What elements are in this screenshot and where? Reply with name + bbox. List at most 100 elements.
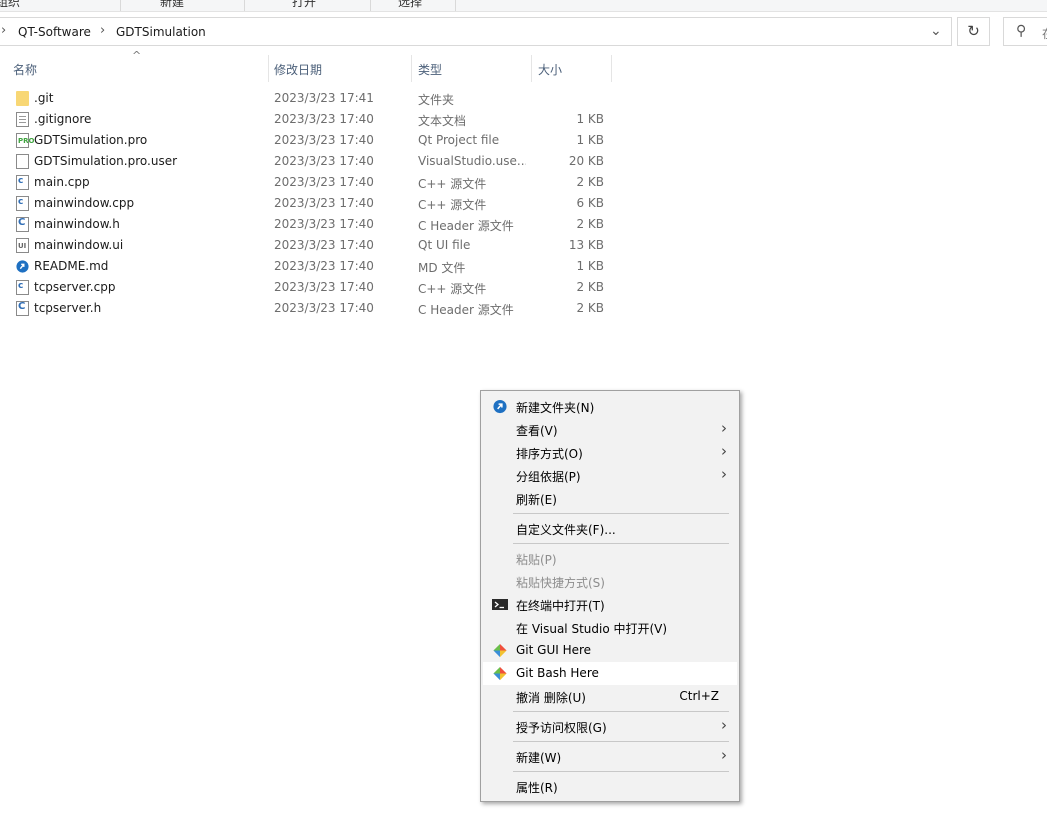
menu-item-label: 撤消 删除(U) — [516, 691, 586, 705]
menu-item-label: 分组依据(P) — [516, 470, 581, 484]
git-gui-icon — [493, 643, 507, 658]
refresh-icon[interactable]: ↻ — [957, 17, 990, 46]
column-divider[interactable] — [268, 55, 269, 82]
file-row[interactable]: c main.cpp 2023/3/23 17:40 C++ 源文件 2 KB — [0, 172, 620, 193]
file-type: 文本文档 — [418, 114, 467, 128]
file-date: 2023/3/23 17:40 — [274, 217, 374, 231]
ribbon-new-label[interactable]: 新建 — [160, 0, 184, 10]
new-folder-icon — [493, 399, 507, 414]
file-date: 2023/3/23 17:40 — [274, 196, 374, 210]
file-name: mainwindow.cpp — [34, 196, 135, 210]
ribbon-select-label[interactable]: 选择 — [398, 0, 422, 10]
file-date: 2023/3/23 17:40 — [274, 133, 374, 147]
menu-separator — [513, 741, 729, 742]
menu-item-git-gui-here[interactable]: Git GUI Here — [483, 639, 737, 662]
menu-item-undo-delete[interactable]: 撤消 删除(U) Ctrl+Z — [483, 685, 737, 708]
file-size: 20 KB — [568, 154, 604, 168]
file-date: 2023/3/23 17:40 — [274, 175, 374, 189]
menu-separator — [513, 711, 729, 712]
search-placeholder: 在 — [1042, 25, 1047, 42]
markdown-file-icon — [16, 260, 29, 273]
file-type: C Header 源文件 — [418, 219, 514, 233]
menu-item-give-access-to[interactable]: 授予访问权限(G) › — [483, 715, 737, 738]
file-date: 2023/3/23 17:40 — [274, 301, 374, 315]
menu-item-label: 新建(W) — [516, 751, 562, 765]
file-name: .gitignore — [34, 112, 92, 126]
file-size: 2 KB — [576, 175, 604, 189]
menu-item-view[interactable]: 查看(V) › — [483, 418, 737, 441]
file-row[interactable]: c tcpserver.cpp 2023/3/23 17:40 C++ 源文件 … — [0, 277, 620, 298]
ribbon-divider — [370, 0, 371, 11]
file-type: MD 文件 — [418, 261, 466, 275]
file-list: .git 2023/3/23 17:41 文件夹 .gitignore 2023… — [0, 88, 620, 319]
file-row[interactable]: UI mainwindow.ui 2023/3/23 17:40 Qt UI f… — [0, 235, 620, 256]
chevron-right-icon[interactable]: › — [100, 23, 105, 38]
menu-item-label: 授予访问权限(G) — [516, 721, 607, 735]
menu-item-label: 粘贴(P) — [516, 553, 557, 567]
column-divider[interactable] — [411, 55, 412, 82]
menu-item-paste: 粘贴(P) — [483, 547, 737, 570]
menu-item-open-in-terminal[interactable]: 在终端中打开(T) — [483, 593, 737, 616]
menu-item-label: Git Bash Here — [516, 666, 599, 680]
menu-item-label: 属性(R) — [516, 781, 558, 795]
file-name: tcpserver.cpp — [34, 280, 116, 294]
column-header-date[interactable]: 修改日期 — [274, 61, 322, 78]
folder-icon — [16, 91, 29, 106]
file-row[interactable]: c mainwindow.cpp 2023/3/23 17:40 C++ 源文件… — [0, 193, 620, 214]
chevron-right-icon[interactable]: › — [1, 23, 6, 38]
column-header-name[interactable]: 名称 — [13, 61, 37, 78]
menu-item-label: 自定义文件夹(F)... — [516, 523, 616, 537]
ribbon-divider — [455, 0, 456, 11]
menu-item-label: 在终端中打开(T) — [516, 599, 605, 613]
menu-item-label: 新建文件夹(N) — [516, 401, 595, 415]
menu-item-refresh[interactable]: 刷新(E) — [483, 487, 737, 510]
menu-item-label: Git GUI Here — [516, 643, 592, 657]
column-divider[interactable] — [531, 55, 532, 82]
breadcrumb-gdtsimulation[interactable]: GDTSimulation — [116, 25, 206, 39]
menu-item-git-bash-here[interactable]: Git Bash Here — [483, 662, 737, 685]
menu-item-properties[interactable]: 属性(R) — [483, 775, 737, 798]
cpp-file-icon: c — [16, 280, 29, 295]
chevron-right-icon: › — [721, 442, 727, 460]
blank-file-icon — [16, 154, 29, 169]
file-name: .git — [34, 91, 54, 105]
file-row[interactable]: C mainwindow.h 2023/3/23 17:40 C Header … — [0, 214, 620, 235]
ribbon-open-label[interactable]: 打开 — [292, 0, 316, 10]
menu-item-open-in-visual-studio[interactable]: 在 Visual Studio 中打开(V) — [483, 616, 737, 639]
search-input[interactable]: ⚲ 在 — [1003, 17, 1047, 46]
file-type: C++ 源文件 — [418, 198, 487, 212]
file-row[interactable]: GDTSimulation.pro.user 2023/3/23 17:40 V… — [0, 151, 620, 172]
address-bar[interactable]: › QT-Software › GDTSimulation ⌄ — [0, 17, 952, 46]
file-type: C++ 源文件 — [418, 282, 487, 296]
file-type: 文件夹 — [418, 93, 455, 107]
file-row[interactable]: PRO GDTSimulation.pro 2023/3/23 17:40 Qt… — [0, 130, 620, 151]
menu-item-sort-by[interactable]: 排序方式(O) › — [483, 441, 737, 464]
file-name: mainwindow.h — [34, 217, 120, 231]
menu-item-new-folder[interactable]: 新建文件夹(N) — [483, 395, 737, 418]
menu-item-label: 粘贴快捷方式(S) — [516, 576, 605, 590]
file-date: 2023/3/23 17:40 — [274, 112, 374, 126]
file-type: Qt Project file — [418, 133, 500, 147]
menu-item-group-by[interactable]: 分组依据(P) › — [483, 464, 737, 487]
header-file-icon: C — [16, 217, 29, 232]
terminal-icon — [492, 599, 508, 610]
file-name: mainwindow.ui — [34, 238, 124, 252]
menu-item-new[interactable]: 新建(W) › — [483, 745, 737, 768]
ribbon-organize-label[interactable]: 组织 — [0, 0, 20, 10]
column-header-size[interactable]: 大小 — [538, 61, 562, 78]
column-header-type[interactable]: 类型 — [418, 61, 442, 78]
menu-item-shortcut: Ctrl+Z — [679, 689, 719, 703]
file-row[interactable]: .gitignore 2023/3/23 17:40 文本文档 1 KB — [0, 109, 620, 130]
breadcrumb-qt-software[interactable]: QT-Software — [18, 25, 91, 39]
file-row[interactable]: README.md 2023/3/23 17:40 MD 文件 1 KB — [0, 256, 620, 277]
file-date: 2023/3/23 17:40 — [274, 238, 374, 252]
file-name: GDTSimulation.pro — [34, 133, 148, 147]
chevron-down-icon[interactable]: ⌄ — [930, 23, 942, 39]
file-row[interactable]: .git 2023/3/23 17:41 文件夹 — [0, 88, 620, 109]
file-date: 2023/3/23 17:40 — [274, 259, 374, 273]
menu-item-customize-folder[interactable]: 自定义文件夹(F)... — [483, 517, 737, 540]
column-divider[interactable] — [611, 55, 612, 82]
file-size: 1 KB — [576, 259, 604, 273]
file-row[interactable]: C tcpserver.h 2023/3/23 17:40 C Header 源… — [0, 298, 620, 319]
qt-project-file-icon: PRO — [16, 133, 34, 148]
